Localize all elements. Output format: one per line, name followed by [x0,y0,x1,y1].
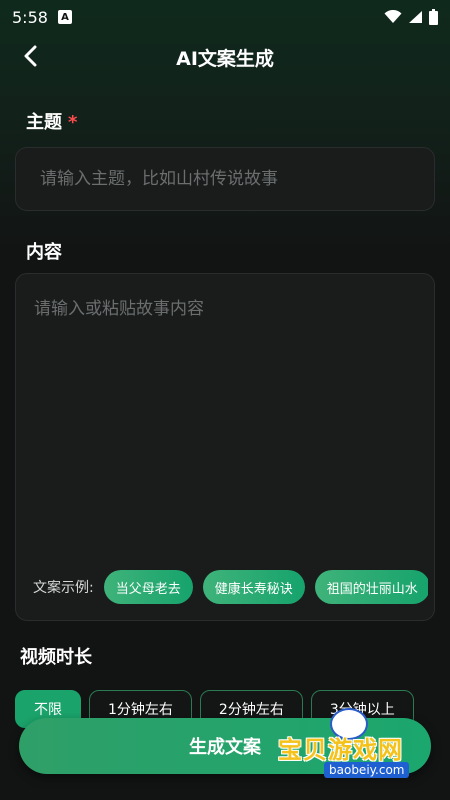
duration-label: 视频时长 [20,647,92,668]
topic-field [15,147,435,211]
topic-input[interactable] [38,168,412,190]
battery-icon [429,9,438,25]
status-left: 5:58 A [12,8,72,27]
watermark-logo: 宝贝游戏网 baobeiy.com [270,708,430,782]
app-header: AI文案生成 [0,34,450,80]
status-time: 5:58 [12,7,48,27]
content-textarea[interactable] [16,274,434,544]
topic-label-row: 主题 * [26,108,77,134]
watermark-text: 宝贝游戏网 [278,736,403,764]
examples-label: 文案示例: [33,580,94,596]
content-label: 内容 [26,242,62,263]
example-chip[interactable]: 当父母老去 [103,570,193,604]
status-right [384,9,438,25]
example-chip[interactable]: 健康长寿秘诀 [202,570,305,604]
example-chip[interactable]: 祖国的壮丽山水 [314,570,428,604]
signal-icon [409,11,422,23]
back-button[interactable] [16,42,44,70]
required-mark: * [68,112,78,133]
notification-app-icon: A [57,10,72,24]
watermark-url: baobeiy.com [324,762,410,778]
examples-row: 文案示例: 当父母老去 健康长寿秘诀 祖国的壮丽山水 [33,568,428,606]
topic-label: 主题 [26,112,62,133]
chevron-left-icon [24,45,37,67]
page-title: AI文案生成 [176,47,274,70]
status-bar: 5:58 A [0,0,450,34]
wifi-icon [384,10,402,23]
